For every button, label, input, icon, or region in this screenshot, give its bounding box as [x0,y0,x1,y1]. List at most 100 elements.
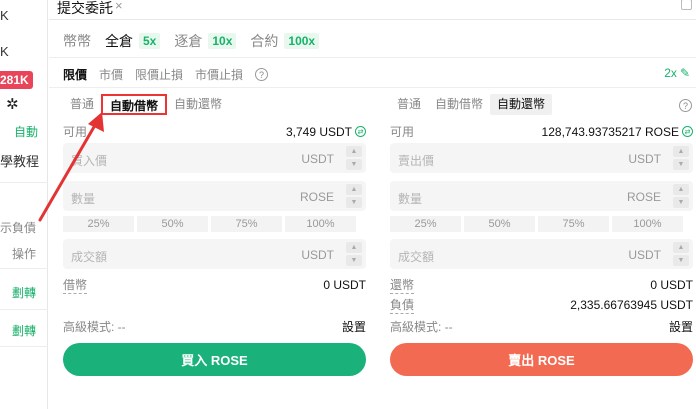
settings-link[interactable]: 設置 [342,318,366,335]
sell-button[interactable]: 賣出 ROSE [390,343,693,376]
total-stepper[interactable]: ▲ ▼ [673,242,689,266]
ls-divider [0,346,48,347]
chevron-up-icon[interactable]: ▲ [673,184,689,195]
chevron-down-icon[interactable]: ▼ [673,255,689,266]
ls-divider [0,309,48,310]
order-type-limit[interactable]: 限價 [63,66,87,83]
debt-value: 2,335.66763945 USDT [570,298,693,312]
buy-subtab-auto-repay[interactable]: 自動還幣 [167,94,229,115]
sell-advanced-row: 高級模式: -- 設置 [390,318,693,335]
mode-spot[interactable]: 幣幣 [63,31,91,51]
ls-line1: K [0,8,9,23]
total-stepper[interactable]: ▲ ▼ [346,242,362,266]
chevron-down-icon[interactable]: ▼ [346,197,362,208]
section-divider [49,87,696,88]
percent-100[interactable]: 100% [612,216,683,232]
transfer-icon[interactable]: ⇄ [682,126,693,137]
margin-mode-tabs: 幣幣 全倉 5x 逐倉 10x 合約 100x [63,31,333,51]
action-header: 操作 [12,247,37,261]
ls-divider [0,268,48,269]
panel-tab-bar: 提交委託 × [49,0,696,20]
advanced-label: 高級模式: -- [390,320,453,334]
order-type-stop-limit[interactable]: 限價止損 [135,66,183,83]
popout-icon[interactable] [681,0,692,10]
help-icon[interactable]: ? [679,99,692,112]
chevron-up-icon[interactable]: ▲ [673,146,689,157]
price-unit: USDT [301,152,334,166]
transfer-icon[interactable]: ⇄ [355,126,366,137]
buy-advanced-row: 高級模式: -- 設置 [63,318,366,335]
mode-futures[interactable]: 合約 100x [250,31,320,51]
chevron-up-icon[interactable]: ▲ [346,242,362,253]
sell-available-row: 可用 128,743.93735217 ROSE ⇄ [390,123,693,140]
total-unit: USDT [628,248,661,262]
sell-debt-row: 負債 2,335.66763945 USDT [390,296,693,314]
ls-line2: K [0,44,9,59]
percent-75[interactable]: 75% [538,216,609,232]
mode-label: 合約 [250,33,279,49]
leverage-badge: 10x [208,33,237,49]
chevron-down-icon[interactable]: ▼ [673,159,689,170]
price-unit: USDT [628,152,661,166]
pencil-icon: ✎ [679,66,690,80]
chevron-up-icon[interactable]: ▲ [346,184,362,195]
qty-placeholder: 數量 [398,192,423,206]
gear-icon[interactable]: ✲ [6,95,19,113]
sell-total-input[interactable]: 成交額 USDT ▲ ▼ [390,239,693,269]
leverage-value: 2x [664,66,677,80]
sell-subtab-auto-borrow[interactable]: 自動借幣 [428,94,490,115]
chevron-down-icon[interactable]: ▼ [346,159,362,170]
sell-subtab-normal[interactable]: 普通 [390,94,428,115]
percent-100[interactable]: 100% [285,216,356,232]
transfer-link-1[interactable]: 劃轉 [12,284,36,301]
sell-repay-row: 還幣 0 USDT [390,276,693,294]
order-type-tabs: 限價 市價 限價止損 市價止損 ? [63,66,269,83]
panel-title[interactable]: 提交委託 [57,0,113,18]
mode-cross[interactable]: 全倉 5x [105,31,161,51]
leverage-badge: 100x [284,33,320,49]
advanced-label: 高級模式: -- [63,320,126,334]
percent-50[interactable]: 50% [137,216,208,232]
section-divider [49,57,696,58]
transfer-link-2[interactable]: 劃轉 [12,322,36,339]
qty-stepper[interactable]: ▲ ▼ [346,184,362,208]
order-type-stop-market[interactable]: 市價止損 [195,66,243,83]
price-placeholder: 賣出價 [398,154,435,168]
order-type-market[interactable]: 市價 [99,66,123,83]
mode-label: 全倉 [105,33,133,49]
annotation-arrow [38,112,104,222]
percent-75[interactable]: 75% [211,216,282,232]
close-icon[interactable]: × [115,0,123,13]
sell-qty-input[interactable]: 數量 ROSE ▲ ▼ [390,181,693,211]
borrow-value: 0 USDT [323,278,366,292]
percent-50[interactable]: 50% [464,216,535,232]
qty-stepper[interactable]: ▲ ▼ [673,184,689,208]
sell-subtab-auto-repay[interactable]: 自動還幣 [490,94,553,115]
debt-label: 負債 [390,298,415,314]
sell-subtabs: 普通 自動借幣 自動還幣 [390,94,553,115]
available-value: 3,749 USDT [285,124,352,139]
buy-subtab-auto-borrow[interactable]: 自動借幣 [101,94,168,115]
total-placeholder: 成交額 [398,250,435,264]
mode-isolated[interactable]: 逐倉 10x [174,31,237,51]
leverage-badge: 5x [139,33,161,49]
settings-link[interactable]: 設置 [669,318,693,335]
sell-price-input[interactable]: 賣出價 USDT ▲ ▼ [390,143,693,173]
total-unit: USDT [301,248,334,262]
qty-unit: ROSE [299,190,334,204]
price-stepper[interactable]: ▲ ▼ [346,146,362,170]
mode-label: 幣幣 [63,33,91,49]
repay-value: 0 USDT [650,278,693,292]
chevron-down-icon[interactable]: ▼ [673,197,689,208]
chevron-up-icon[interactable]: ▲ [346,146,362,157]
buy-button[interactable]: 買入 ROSE [63,343,366,376]
buy-total-input[interactable]: 成交額 USDT ▲ ▼ [63,239,366,269]
chevron-down-icon[interactable]: ▼ [346,255,362,266]
help-icon[interactable]: ? [255,68,269,81]
percent-25[interactable]: 25% [390,216,461,232]
chevron-up-icon[interactable]: ▲ [673,242,689,253]
available-value: 128,743.93735217 ROSE [541,124,679,139]
leverage-edit[interactable]: 2x ✎ [664,66,690,80]
sell-percent-buttons: 25% 50% 75% 100% [390,216,683,232]
price-stepper[interactable]: ▲ ▼ [673,146,689,170]
